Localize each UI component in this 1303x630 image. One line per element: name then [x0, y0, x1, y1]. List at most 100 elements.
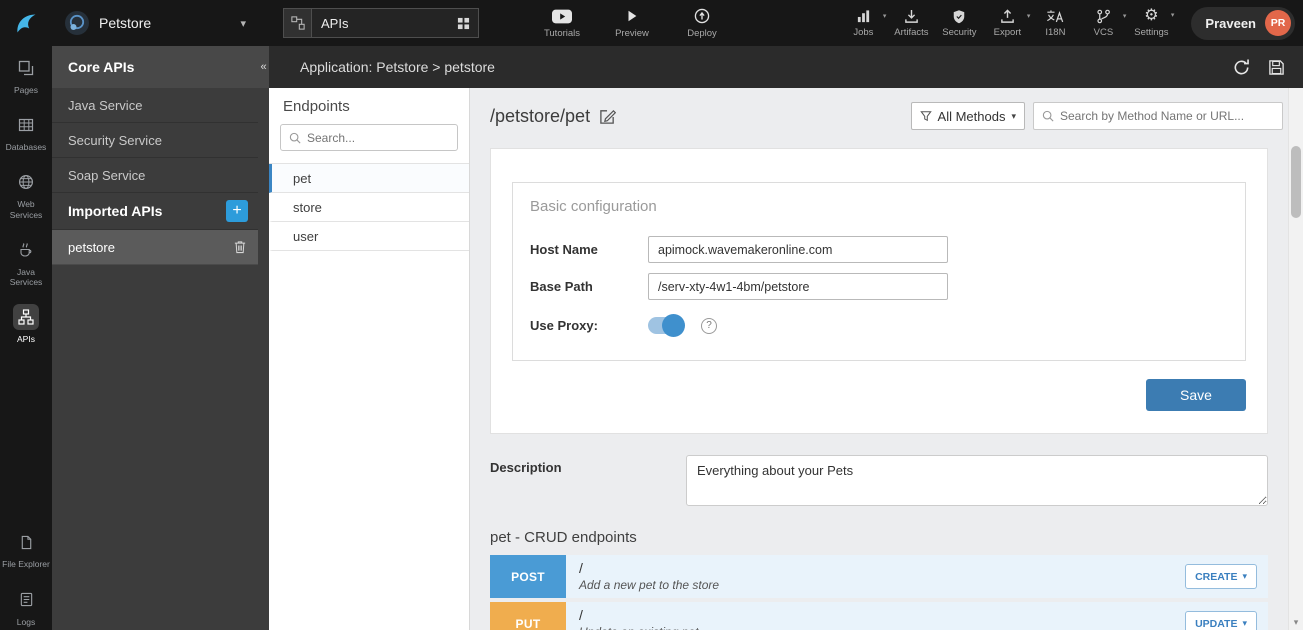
user-menu[interactable]: Praveen PR	[1191, 7, 1295, 40]
shield-icon	[952, 9, 966, 24]
project-selector[interactable]: Petstore ▾	[52, 0, 258, 46]
panel-collapse-strip: «	[258, 46, 269, 630]
preview-button[interactable]: Preview	[611, 8, 653, 39]
method-badge-post: POST	[490, 555, 566, 598]
endpoints-search	[280, 124, 458, 151]
description-row: Description Everything about your Pets	[490, 455, 1268, 506]
endpoints-panel: Endpoints pet store user	[269, 88, 470, 630]
nav-dropdown-apis[interactable]: APIs	[283, 8, 479, 38]
page-title-row: /petstore/pet	[490, 106, 616, 127]
settings-button[interactable]: ⚙ ▾ Settings	[1131, 8, 1171, 38]
basic-config-title: Basic configuration	[530, 198, 1228, 215]
file-icon	[13, 529, 39, 555]
apis-panel: Core APIs Java Service Security Service …	[52, 46, 258, 630]
collapse-panel-button[interactable]: «	[258, 46, 269, 88]
globe-icon	[13, 169, 39, 195]
database-icon	[13, 112, 39, 138]
tutorials-button[interactable]: Tutorials	[541, 8, 583, 39]
panel-item-petstore[interactable]: petstore	[52, 230, 258, 265]
wavemaker-studio-screen: Petstore ▾ APIs Tutorials	[0, 0, 1303, 630]
use-proxy-toggle[interactable]	[648, 317, 684, 334]
imported-apis-header: Imported APIs +	[52, 193, 258, 230]
host-name-input[interactable]	[648, 236, 948, 263]
left-sidebar: Pages Databases Web Services Java Servic…	[0, 46, 52, 630]
panel-item-java-service[interactable]: Java Service	[52, 88, 258, 123]
artifacts-button[interactable]: Artifacts	[891, 9, 931, 38]
edit-icon[interactable]	[599, 108, 616, 125]
project-name: Petstore	[99, 15, 231, 31]
panel-item-soap-service[interactable]: Soap Service	[52, 158, 258, 193]
deploy-button[interactable]: Deploy	[681, 8, 723, 39]
java-icon	[13, 237, 39, 263]
app-logo[interactable]	[0, 0, 52, 46]
help-icon[interactable]: ?	[701, 318, 717, 334]
logs-icon	[13, 587, 39, 613]
sidebar-item-pages[interactable]: Pages	[0, 46, 52, 103]
sidebar-item-databases[interactable]: Databases	[0, 103, 52, 160]
sidebar-item-apis[interactable]: APIs	[0, 295, 52, 352]
endpoints-list: pet store user	[269, 163, 469, 251]
method-search-input[interactable]	[1060, 109, 1274, 123]
host-name-label: Host Name	[530, 242, 648, 257]
main-content: /petstore/pet All Methods ▾	[470, 88, 1288, 630]
user-name: Praveen	[1205, 16, 1256, 31]
description-label: Description	[490, 455, 686, 475]
update-action-button[interactable]: UPDATE ▾	[1185, 611, 1257, 630]
panel-item-security-service[interactable]: Security Service	[52, 123, 258, 158]
delete-api-icon[interactable]	[234, 240, 246, 254]
topbar-tools: ▾ Jobs Artifacts Security ▾ Exp	[843, 7, 1303, 40]
export-button[interactable]: ▾ Export	[987, 9, 1027, 38]
search-icon	[1042, 110, 1054, 122]
i18n-button[interactable]: I18N	[1035, 9, 1075, 38]
apis-icon	[13, 304, 39, 330]
chevron-down-icon: ▾	[1242, 618, 1247, 629]
sidebar-item-file-explorer[interactable]: File Explorer	[0, 520, 52, 577]
base-path-input[interactable]	[648, 273, 948, 300]
bar-chart-icon	[856, 9, 871, 24]
crud-section-title: pet - CRUD endpoints	[490, 529, 1268, 546]
top-bar: Petstore ▾ APIs Tutorials	[0, 0, 1303, 46]
main-header: /petstore/pet All Methods ▾	[470, 88, 1288, 140]
endpoint-description: Add a new pet to the store	[579, 578, 1172, 592]
use-proxy-row: Use Proxy: ?	[530, 317, 1228, 334]
security-button[interactable]: Security	[939, 9, 979, 38]
sidebar-item-web-services[interactable]: Web Services	[0, 160, 52, 227]
methods-filter-select[interactable]: All Methods ▾	[911, 102, 1025, 130]
scroll-down-arrow-icon[interactable]: ▾	[1289, 617, 1303, 628]
download-icon	[904, 9, 919, 24]
chevron-left-double-icon: «	[260, 61, 266, 73]
save-button[interactable]: Save	[1146, 379, 1246, 411]
scrollbar-thumb[interactable]	[1291, 146, 1301, 218]
method-badge-put: PUT	[490, 602, 566, 630]
endpoint-item-store[interactable]: store	[269, 193, 469, 222]
endpoint-row-post[interactable]: POST / Add a new pet to the store CREATE…	[490, 555, 1268, 598]
plus-icon: +	[232, 203, 241, 219]
vertical-scrollbar[interactable]: ▾	[1288, 88, 1303, 630]
endpoints-title: Endpoints	[269, 88, 469, 124]
description-textarea[interactable]: Everything about your Pets	[686, 455, 1268, 506]
endpoint-item-user[interactable]: user	[269, 222, 469, 251]
wavemaker-logo-icon	[13, 10, 40, 37]
endpoint-item-pet[interactable]: pet	[269, 164, 469, 193]
branch-icon	[1096, 9, 1111, 24]
chevron-down-icon: ▾	[883, 12, 887, 20]
pages-icon	[13, 55, 39, 81]
youtube-icon	[552, 8, 572, 25]
sidebar-spacer	[0, 352, 52, 520]
sidebar-item-logs[interactable]: Logs	[0, 578, 52, 630]
core-apis-header: Core APIs	[52, 46, 258, 88]
endpoint-row-put[interactable]: PUT / Update an existing pet UPDATE ▾	[490, 602, 1268, 630]
save-project-icon[interactable]	[1268, 59, 1285, 76]
filter-icon	[920, 110, 932, 122]
vcs-button[interactable]: ▾ VCS	[1083, 9, 1123, 38]
chevron-down-icon: ▾	[1242, 571, 1247, 582]
refresh-icon[interactable]	[1232, 58, 1251, 77]
endpoints-search-input[interactable]	[307, 131, 449, 145]
sidebar-item-java-services[interactable]: Java Services	[0, 228, 52, 295]
jobs-button[interactable]: ▾ Jobs	[843, 9, 883, 38]
base-path-label: Base Path	[530, 279, 648, 294]
add-imported-api-button[interactable]: +	[226, 200, 248, 222]
base-path-row: Base Path	[530, 273, 1228, 300]
create-action-button[interactable]: CREATE ▾	[1185, 564, 1257, 589]
language-icon	[1046, 9, 1064, 24]
